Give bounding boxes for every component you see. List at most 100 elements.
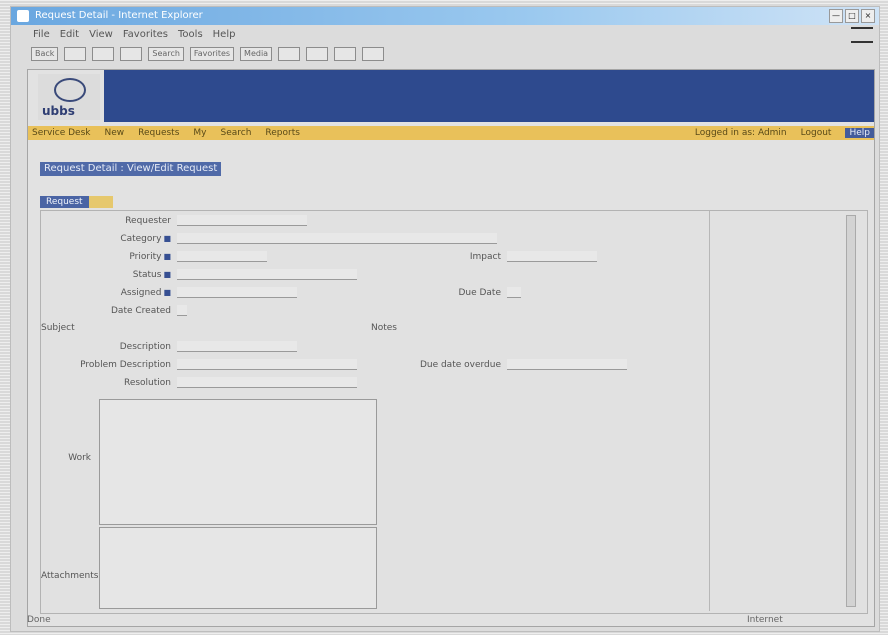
close-button[interactable]: × (861, 9, 875, 23)
page-title: Request Detail : View/Edit Request (40, 162, 222, 176)
back-button[interactable]: Back (31, 47, 59, 61)
date-created-label: Date Created (111, 305, 171, 316)
work-label: Work (68, 453, 91, 463)
subject-label: Subject (41, 323, 75, 333)
tab-third[interactable] (100, 196, 113, 208)
category-label: Category (41, 234, 171, 244)
row-work-label: Work (41, 453, 91, 463)
assigned-label: Assigned (41, 288, 171, 298)
row-attachments: Attachments (41, 571, 99, 581)
window-controls: — □ × (829, 9, 875, 23)
menu-file[interactable]: File (33, 29, 50, 40)
nav-user: Logged in as: Admin (694, 128, 787, 138)
vertical-scrollbar[interactable] (846, 215, 856, 607)
status-right: Internet (747, 615, 783, 625)
page-frame: ubbs Service Desk New Requests My Search… (27, 69, 875, 627)
due-date-label: Due Date (458, 287, 501, 298)
description-label: Description (119, 341, 171, 352)
window-title: Request Detail - Internet Explorer (35, 10, 203, 21)
due-date-picker[interactable] (507, 287, 521, 298)
banner: ubbs (28, 70, 874, 122)
row-resolution: Resolution (41, 377, 357, 388)
favorites-button[interactable]: Favorites (189, 47, 235, 61)
row-subject: Subject (41, 323, 75, 333)
nav-new[interactable]: New (105, 128, 125, 138)
search-button[interactable]: Search (148, 47, 184, 61)
row-assigned: Assigned (41, 287, 297, 298)
due-date-overdue-label: Due date overdue (419, 359, 501, 370)
stop-button[interactable] (92, 47, 115, 61)
media-button[interactable]: Media (240, 47, 273, 61)
edit-button[interactable] (362, 47, 385, 61)
menu-favorites[interactable]: Favorites (123, 29, 168, 40)
request-form: Requester Category Priority Impact Statu… (40, 210, 868, 614)
menu-view[interactable]: View (89, 29, 113, 40)
nav-service-desk[interactable]: Service Desk (32, 128, 91, 138)
row-status: Status (41, 269, 357, 280)
resolution-label: Resolution (123, 377, 171, 388)
row-due-date: Due Date (371, 287, 521, 298)
nav-requests[interactable]: Requests (138, 128, 179, 138)
nav-reports[interactable]: Reports (265, 128, 300, 138)
banner-bar (104, 70, 874, 122)
maximize-button[interactable]: □ (845, 9, 859, 23)
minimize-button[interactable]: — (829, 9, 843, 23)
print-button[interactable] (334, 47, 357, 61)
menu-edit[interactable]: Edit (60, 29, 79, 40)
assigned-select[interactable] (177, 287, 297, 298)
attachments-label: Attachments (41, 571, 99, 581)
browser-toolbar: Back Search Favorites Media (11, 43, 879, 65)
menu-tools[interactable]: Tools (178, 29, 203, 40)
row-problem: Problem Description (41, 359, 357, 370)
menu-help[interactable]: Help (213, 29, 236, 40)
forward-button[interactable] (64, 47, 87, 61)
tab-second[interactable] (88, 196, 101, 208)
app-nav: Service Desk New Requests My Search Repo… (28, 126, 874, 140)
due-date-overdue-input[interactable] (507, 359, 627, 370)
resolution-input[interactable] (177, 377, 357, 388)
right-side-panel (709, 211, 860, 611)
status-left: Done (27, 615, 51, 625)
nav-logout[interactable]: Logout (801, 128, 832, 138)
impact-label: Impact (469, 251, 501, 262)
status-select[interactable] (177, 269, 357, 280)
attachments-box[interactable] (99, 527, 377, 609)
title-bar: Request Detail - Internet Explorer — □ × (11, 7, 879, 25)
status-label: Status (41, 270, 171, 280)
row-priority: Priority (41, 251, 267, 262)
row-requester: Requester (41, 215, 307, 226)
row-description: Description (41, 341, 297, 352)
date-created-value (177, 305, 187, 316)
browser-window: Request Detail - Internet Explorer — □ ×… (10, 6, 880, 632)
logo: ubbs (38, 74, 100, 120)
notes-label: Notes (371, 323, 397, 333)
priority-select[interactable] (177, 251, 267, 262)
problem-description-input[interactable] (177, 359, 357, 370)
row-impact: Impact (371, 251, 597, 262)
tab-request[interactable]: Request (40, 196, 89, 208)
refresh-button[interactable] (120, 47, 143, 61)
logo-mark-icon (54, 78, 86, 102)
menu-bar: File Edit View Favorites Tools Help (11, 25, 879, 43)
category-select[interactable] (177, 233, 497, 244)
priority-label: Priority (41, 252, 171, 262)
requester-input[interactable] (177, 215, 307, 226)
history-button[interactable] (278, 47, 301, 61)
row-due-overdue: Due date overdue (371, 359, 627, 370)
problem-description-label: Problem Description (80, 359, 171, 370)
windows-flag-icon (851, 27, 873, 43)
nav-my[interactable]: My (193, 128, 206, 138)
impact-select[interactable] (507, 251, 597, 262)
row-date-created: Date Created (41, 305, 187, 316)
mail-button[interactable] (306, 47, 329, 61)
row-category: Category (41, 233, 497, 244)
browser-icon (17, 10, 29, 22)
nav-search[interactable]: Search (220, 128, 251, 138)
nav-help[interactable]: Help (845, 128, 874, 138)
logo-text: ubbs (42, 104, 75, 118)
work-textarea[interactable] (99, 399, 377, 525)
row-notes: Notes (371, 323, 397, 333)
description-input[interactable] (177, 341, 297, 352)
tab-strip: Request (40, 196, 113, 208)
requester-label: Requester (125, 215, 171, 226)
